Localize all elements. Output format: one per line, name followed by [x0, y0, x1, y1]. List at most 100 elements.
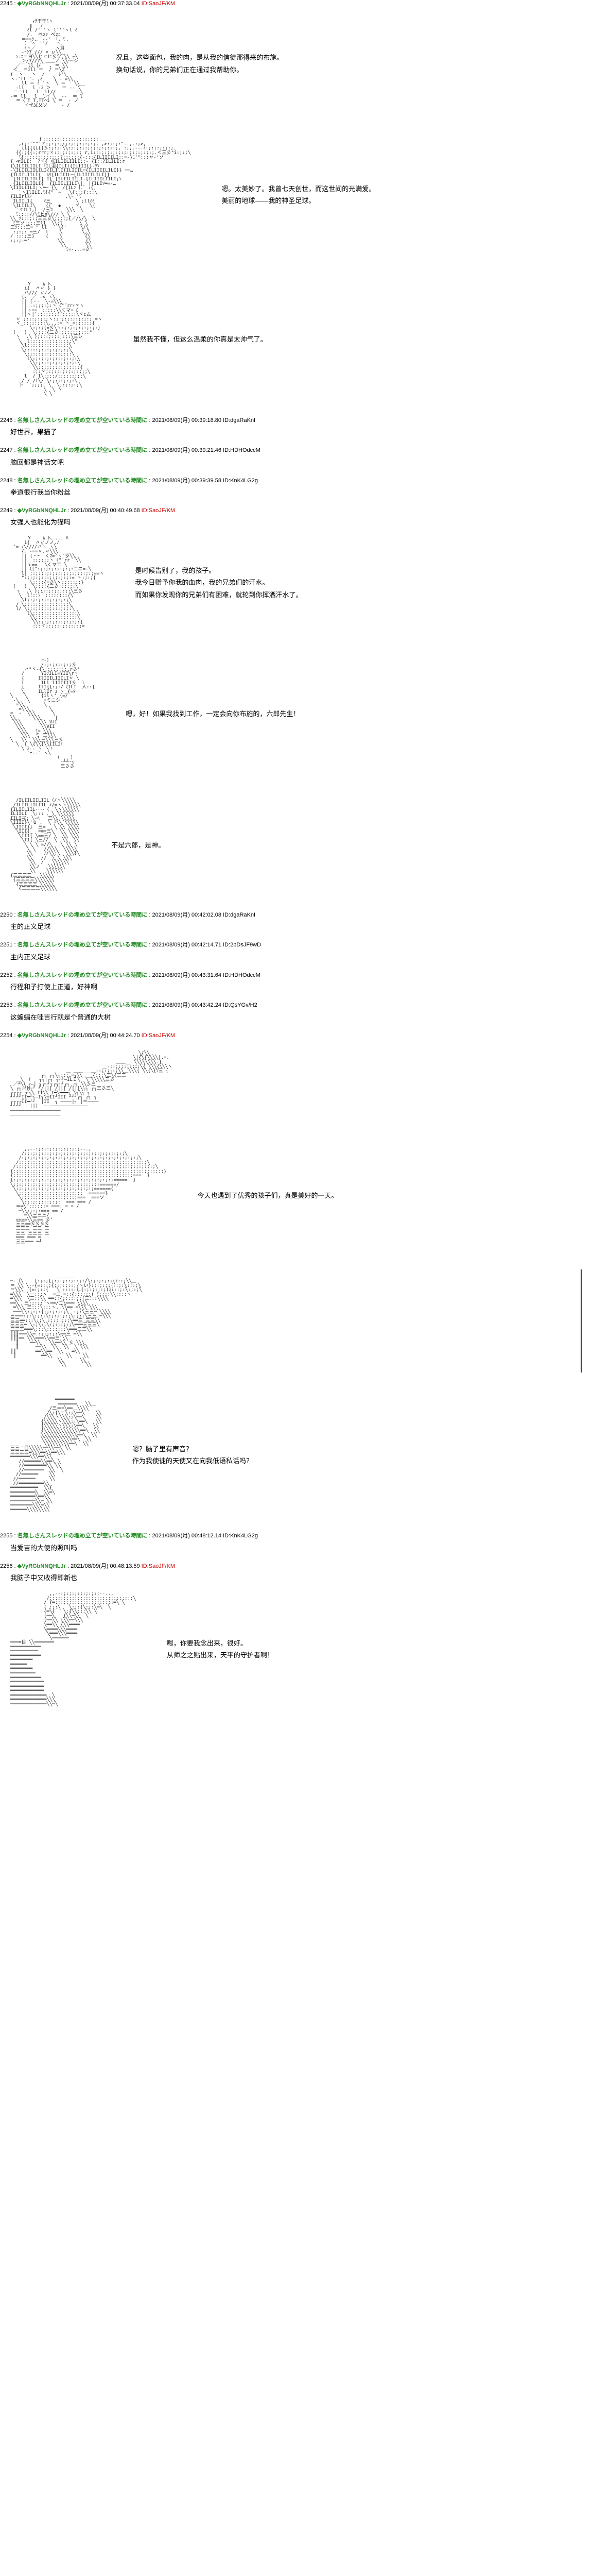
ascii-art-figure-2: ｉ:;:;:;:;:;:;:;:;:;:; ＿ ,r;r'""`ヾ:;:;:;:… [10, 138, 190, 252]
vertical-divider [163, 1269, 582, 1372]
post-id: ID:KnK4LG2g [223, 1533, 258, 1539]
ascii-art-figure-5: r‐ﾐ /:;:;:;:;:;彡 〃"ヾ-{╲:;:;:;:;,r彡' / YI… [10, 659, 95, 769]
post-id: ID:HDHOdccM [223, 972, 260, 978]
post-number: 2249 [0, 507, 12, 514]
post-number: 2253 [0, 1002, 12, 1008]
post-author[interactable]: 名無しさんスレッドの埋め立てが空いている時間に [18, 1533, 148, 1539]
ascii-art-figure-3: Ｙ ﾑ ﾄ、 i{ 〃〃 } } ハ/// 〃ﾉノ {ﾚ' ／ ‐< ヽ╲ ||… [10, 282, 102, 397]
post-2256: 2256 : ◆VyRGbNNQHLJr : 2021/08/09(月) 00:… [0, 1563, 592, 1717]
post-header: 2246 : 名無しさんスレッドの埋め立てが空いている時間に : 2021/08… [0, 417, 592, 425]
post-subtitle: 这蝙蝠在哇吉行就是个普通的大树 [0, 1012, 592, 1022]
post-id: ID:SaoJF/KM [142, 1032, 175, 1039]
post-author[interactable]: ◆VyRGbNNQHLJr [18, 507, 66, 514]
post-header: 2252 : 名無しさんスレッドの埋め立てが空いている時間に : 2021/08… [0, 972, 592, 979]
post-header: 2249 : ◆VyRGbNNQHLJr : 2021/08/09(月) 00:… [0, 507, 592, 515]
post-subtitle: 我脑子中又收得即新也 [0, 1572, 592, 1582]
post-2247: 2247 : 名無しさんスレッドの埋め立てが空いている時間に : 2021/08… [0, 447, 592, 466]
post-author[interactable]: 名無しさんスレッドの埋め立てが空いている時間に [18, 478, 148, 484]
dialogue-line: 嗯？脑子里有声音？ [132, 1443, 253, 1455]
post-number: 2254 [0, 1032, 12, 1039]
post-id: ID:QsYGv/H2 [223, 1002, 257, 1008]
ascii-art-figure-11: ,,--:;:;:;:;:;:;:;--.., /:;:;:;:;:;:;:;:… [10, 1592, 136, 1706]
ascii-art-figure-10: ═══════ ═══════ ╲╲＿ /三＝=╲══＿╲╲╲╲ /╲:{╲＝╲… [10, 1398, 101, 1512]
post-id: ID:KnK4LG2g [223, 478, 258, 484]
post-date: 2021/08/09(月) 00:48:13.59 [71, 1563, 140, 1569]
post-date: 2021/08/09(月) 00:43:42.24 [152, 1002, 222, 1008]
post-date: 2021/08/09(月) 00:42:14.71 [152, 942, 222, 948]
post-date: 2021/08/09(月) 00:39:21.46 [152, 447, 222, 453]
dialogue-line: 不是六郎，是神。 [111, 839, 165, 851]
post-author[interactable]: ◆VyRGbNNQHLJr [18, 1, 66, 7]
post-date: 2021/08/09(月) 00:39:18.80 [152, 417, 222, 423]
post-header: 2251 : 名無しさんスレッドの埋め立てが空いている時間に : 2021/08… [0, 941, 592, 949]
post-author[interactable]: 名無しさんスレッドの埋め立てが空いている時間に [18, 417, 148, 423]
dialogue-line: 是时候告别了，我的孩子。 [135, 565, 302, 577]
post-author[interactable]: 名無しさんスレッドの埋め立てが空いている時間に [18, 912, 148, 918]
post-2251: 2251 : 名無しさんスレッドの埋め立てが空いている時間に : 2021/08… [0, 941, 592, 961]
content-block: r‐ﾐ /:;:;:;:;:;彡 〃"ヾ-{╲:;:;:;:;,r彡' / YI… [0, 649, 592, 779]
post-2246: 2246 : 名無しさんスレッドの埋め立てが空いている時間に : 2021/08… [0, 417, 592, 436]
post-id: ID:dgaRaKnI [223, 912, 255, 918]
dialogue-line: 而如果你发现你的兄弟们有困难，就轮到你挥洒汗水了。 [135, 589, 302, 601]
post-number: 2250 [0, 912, 12, 918]
post-header: 2254 : ◆VyRGbNNQHLJr : 2021/08/09(月) 00:… [0, 1032, 592, 1040]
content-block: ｉ:;:;:;:;:;:;:;:;:;:; ＿ ,r;r'""`ヾ:;:;:;:… [0, 128, 592, 262]
post-number: 2252 [0, 972, 12, 978]
post-header: 2247 : 名無しさんスレッドの埋め立てが空いている時間に : 2021/08… [0, 447, 592, 454]
post-author[interactable]: 名無しさんスレッドの埋め立てが空いている時間に [18, 942, 148, 948]
post-id: ID:SaoJF/KM [142, 1563, 175, 1569]
post-date: 2021/08/09(月) 00:39:39.58 [152, 478, 222, 484]
post-author[interactable]: 名無しさんスレッドの埋め立てが空いている時間に [18, 447, 148, 453]
post-header: 2248 : 名無しさんスレッドの埋め立てが空いている時間に : 2021/08… [0, 477, 592, 485]
post-header: 2245 : ◆VyRGbNNQHLJr : 2021/08/09(月) 00:… [0, 0, 592, 8]
post-date: 2021/08/09(月) 00:48:12.14 [152, 1533, 222, 1539]
post-number: 2255 [0, 1533, 12, 1539]
dialogue-line: 我今日赠予你我的血肉，我的兄弟们的汗水。 [135, 577, 302, 588]
post-author[interactable]: 名無しさんスレッドの埋め立てが空いている時間に [18, 1002, 148, 1008]
post-2248: 2248 : 名無しさんスレッドの埋め立てが空いている時間に : 2021/08… [0, 477, 592, 497]
dialogue-block: 嗯，你要我念出来，很好。 从师之之贴出来，天平的守护者啊！ [156, 1637, 274, 1662]
dialogue-block: 嗯？脑子里有声音？ 作为我使徒的天使又在向我低语私话吗？ [122, 1443, 253, 1467]
post-header: 2255 : 名無しさんスレッドの埋め立てが空いている時間に : 2021/08… [0, 1532, 592, 1540]
post-author[interactable]: ◆VyRGbNNQHLJr [18, 1032, 66, 1039]
post-author[interactable]: 名無しさんスレッドの埋め立てが空いている時間に [18, 972, 148, 978]
post-number: 2247 [0, 447, 12, 453]
dialogue-block: 况且，这些面包，我的肉，是从我的信徒那得来的布施。 换句话说，你的兄弟们正在通过… [106, 52, 283, 76]
post-2250: 2250 : 名無しさんスレッドの埋め立てが空いている時間に : 2021/08… [0, 911, 592, 931]
dialogue-block: 虽然我不懂，但这么温柔的你真是太帅气了。 [123, 333, 267, 345]
post-author[interactable]: ◆VyRGbNNQHLJr [18, 1563, 66, 1569]
dialogue-block: 嗯。太美妙了。我曾七天创世，而这世间的光满爱。 美丽的地球——我的神圣足球。 [211, 183, 375, 207]
ascii-art-figure-6: /ILIILIILIIL（/丶╲╲╲╲╲ /ILIILlILIIL ﾐ/=ヽヽ╲… [10, 799, 80, 891]
post-subtitle: 女强人也能化为猫吗 [0, 517, 592, 527]
ascii-art-figure-8: ,,--:;:;:;:;:;:;:;:;--., /:;:;:;:;:;:;:;… [10, 1147, 166, 1244]
post-subtitle: 主的正义足球 [0, 921, 592, 931]
dialogue-line: 嗯。太美妙了。我曾七天创世，而这世间的光满爱。 [221, 183, 375, 195]
post-2252: 2252 : 名無しさんスレッドの埋め立てが空いている時間に : 2021/08… [0, 972, 592, 991]
post-number: 2245 [0, 1, 12, 7]
post-date: 2021/08/09(月) 00:44:24.70 [71, 1032, 140, 1039]
content-block: Ｙ ﾑ ﾄ、 i{ 〃〃 } } ハ/// 〃ﾉノ {ﾚ' ／ ‐< ヽ╲ ||… [0, 273, 592, 406]
dialogue-line: 从师之之贴出来，天平的守护者啊！ [167, 1649, 274, 1661]
post-number: 2251 [0, 942, 12, 948]
ascii-art-figure-cityscape: ╲{╲╲ ╲|{╲{╲╲╲╲|,=, ＿＿__ ╲╲╲╲╲╲╲╲-{ ＿-;:;… [10, 1052, 172, 1117]
post-number: 2246 [0, 417, 12, 423]
dialogue-line: 美丽的地球——我的神圣足球。 [221, 195, 375, 207]
post-subtitle: 脑回都是神话文吧 [0, 457, 592, 467]
dialogue-line: 虽然我不懂，但这么温柔的你真是太帅气了。 [133, 333, 267, 345]
post-number: 2248 [0, 478, 12, 484]
dialogue-block: 今天也遇到了优秀的孩子们，真是美好的一天。 [187, 1190, 338, 1201]
dialogue-line: 嗯，你要我念出来，很好。 [167, 1637, 274, 1649]
post-id: ID:2pDsJF9wD [223, 942, 261, 948]
post-date: 2021/08/09(月) 00:43:31.64 [152, 972, 222, 978]
dialogue-line: 换句话说，你的兄弟们正在通过我帮助你。 [116, 64, 283, 76]
post-subtitle: 行程和子打使上正道，好神啊 [0, 981, 592, 991]
post-date: 2021/08/09(月) 00:37:33.04 [71, 1, 140, 7]
ascii-art-figure-4: Ｙ ﾑ ﾄ、... ﾊ i{ 〃〃ノノ.ﾉ '= ハ////〃＼ ヽ╲ {ﾚ'-… [10, 536, 104, 629]
post-date: 2021/08/09(月) 00:42:02.08 [152, 912, 222, 918]
dialogue-block: 嗯，好！如果我找到工作，一定会向你布施的，六郎先生！ [115, 708, 300, 720]
post-header: 2256 : ◆VyRGbNNQHLJr : 2021/08/09(月) 00:… [0, 1563, 592, 1570]
content-block: ═══════ ═══════ ╲╲＿ /三＝=╲══＿╲╲╲╲ /╲:{╲＝╲… [0, 1388, 592, 1522]
dialogue-line: 况且，这些面包，我的肉，是从我的信徒那得来的布施。 [116, 52, 283, 63]
post-id: ID:SaoJF/KM [142, 1, 175, 7]
dialogue-line: 嗯，好！如果我找到工作，一定会向你布施的，六郎先生！ [126, 708, 300, 720]
